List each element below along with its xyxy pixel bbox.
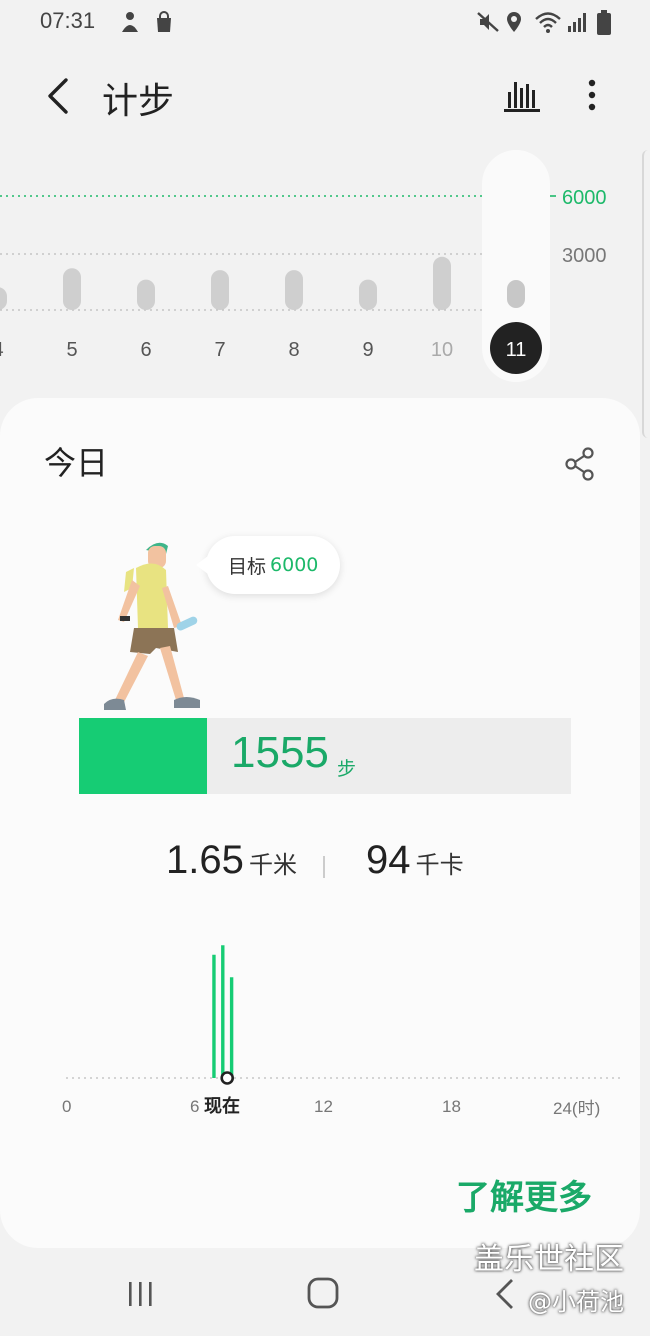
week-bar-11[interactable] — [507, 280, 525, 308]
y-label-mid: 3000 — [562, 245, 607, 267]
week-day-label-5[interactable]: 5 — [66, 339, 77, 361]
battery-icon — [597, 10, 611, 35]
week-day-label-11[interactable]: 11 — [506, 339, 527, 361]
step-progress-bar: 1555 步 — [79, 718, 571, 794]
week-day-label-10[interactable]: 10 — [431, 339, 453, 361]
goal-label: 目标 — [228, 555, 267, 578]
distance-stat: 1.65 千米 — [166, 838, 297, 883]
week-bar-8[interactable] — [285, 270, 303, 310]
x-label-18: 18 — [442, 1097, 461, 1116]
mute-icon — [477, 12, 499, 32]
goal-value: 6000 — [270, 554, 319, 576]
calories-stat: 94 千卡 — [366, 838, 464, 883]
more-vertical-icon[interactable] — [578, 78, 606, 112]
scroll-indicator — [642, 150, 650, 438]
learn-more-link[interactable]: 了解更多 — [456, 1170, 592, 1219]
signal-icon — [568, 13, 586, 32]
chevron-left-icon[interactable] — [40, 76, 80, 116]
step-progress-fill — [79, 718, 207, 794]
x-label-6: 6 — [190, 1097, 199, 1116]
nav-back-icon[interactable] — [494, 1278, 516, 1310]
week-day-label-9[interactable]: 9 — [362, 339, 373, 361]
share-icon[interactable] — [562, 446, 598, 482]
y-label-goal: 6000 — [562, 187, 607, 209]
home-icon[interactable] — [306, 1276, 340, 1310]
recent-apps-icon[interactable] — [126, 1280, 156, 1308]
assistant-icon — [122, 12, 138, 32]
week-bar-6[interactable] — [137, 279, 155, 310]
week-day-label-7[interactable]: 7 — [214, 339, 225, 361]
step-count: 1555 — [231, 728, 329, 777]
card-heading: 今日 — [44, 444, 109, 482]
hourly-step-chart: 0 6 现在 12 18 24(时) — [62, 945, 620, 1118]
stat-divider — [323, 856, 325, 878]
x-label-24: 24(时) — [553, 1099, 600, 1118]
page-title: 计步 — [102, 81, 175, 122]
stats-row: 1.65 千米 94 千卡 — [0, 838, 640, 898]
today-card: 今日 目标 6000 1555 步 1.65 千米 94 千卡 0 6 现在 1… — [0, 398, 640, 1248]
goal-bubble: 目标 6000 — [196, 536, 341, 594]
weekly-chart-canvas: 6000 3000 4 5 6 7 8 9 10 11 — [0, 150, 607, 382]
wifi-icon — [535, 12, 561, 33]
calories-value: 94 — [366, 838, 411, 882]
calories-unit: 千卡 — [415, 851, 464, 879]
status-time: 07:31 — [40, 8, 96, 33]
now-marker — [220, 1071, 235, 1085]
location-icon — [507, 12, 521, 32]
week-bar-5[interactable] — [63, 268, 81, 310]
week-bar-9[interactable] — [359, 279, 377, 310]
weekly-step-chart[interactable]: 6000 3000 4 5 6 7 8 9 10 11 — [0, 150, 650, 390]
week-bar-4[interactable] — [0, 287, 7, 310]
x-label-12: 12 — [314, 1097, 333, 1116]
shopping-bag-icon — [157, 11, 171, 32]
step-unit: 步 — [337, 758, 357, 780]
week-day-label-4[interactable]: 4 — [0, 339, 4, 361]
distance-value: 1.65 — [166, 838, 244, 882]
watermark-community: 盖乐世社区 — [474, 1242, 624, 1277]
week-bar-7[interactable] — [211, 270, 229, 310]
week-day-label-8[interactable]: 8 — [288, 339, 299, 361]
week-day-label-6[interactable]: 6 — [140, 339, 151, 361]
bar-chart-icon[interactable] — [504, 78, 540, 112]
x-label-0: 0 — [62, 1097, 71, 1116]
bubble-tail — [196, 556, 208, 574]
week-bar-10[interactable] — [433, 256, 451, 310]
watermark-author: @小荷池 — [528, 1288, 624, 1316]
x-label-now: 现在 — [204, 1095, 240, 1117]
distance-unit: 千米 — [248, 851, 297, 879]
